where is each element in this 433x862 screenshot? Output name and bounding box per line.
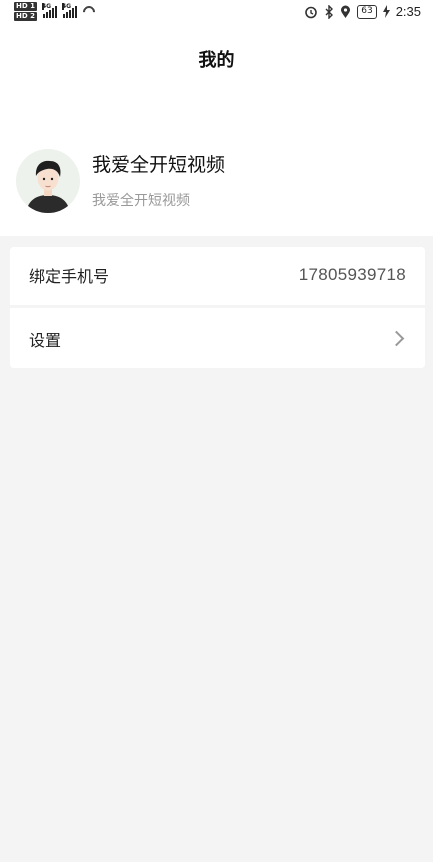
clock: 2:35 [395,4,421,19]
bind-phone-row[interactable]: 绑定手机号 17805939718 [10,247,425,303]
chevron-right-icon [388,330,405,347]
location-icon [341,5,351,18]
user-subtitle: 我爱全开短视频 [92,193,190,209]
avatar[interactable] [16,149,80,213]
settings-card: 绑定手机号 17805939718 设置 [10,247,425,368]
alarm-icon [305,6,318,18]
bind-phone-label: 绑定手机号 [29,267,110,286]
status-left: HD 1 HD 2 4G 4G [14,2,98,21]
status-right: 63 2:35 [304,4,421,19]
profile-header: 我的 我爱全开短视频 我爱全开短视频 [0,26,433,236]
bluetooth-icon [325,4,334,19]
network-type-label: 4G [61,2,72,10]
signal-icon: 4G [61,2,77,18]
divider [10,305,425,308]
phone-number: 17805939718 [298,265,406,284]
hotspot-icon [80,3,98,20]
sim1-badge: HD 1 [14,2,37,11]
status-bar: HD 1 HD 2 4G 4G 63 2:35 [0,0,433,26]
page-title: 我的 [198,50,235,71]
network-type-label: 4G [41,2,52,10]
settings-label: 设置 [29,330,62,350]
avatar-image [16,149,80,213]
charging-icon [382,5,390,18]
sim-indicators: HD 1 HD 2 [14,2,37,21]
sim2-badge: HD 2 [14,12,37,21]
settings-row[interactable]: 设置 [10,309,425,368]
battery-icon: 63 [357,4,377,19]
signal-icon: 4G [41,2,57,18]
username: 我爱全开短视频 [92,154,226,176]
